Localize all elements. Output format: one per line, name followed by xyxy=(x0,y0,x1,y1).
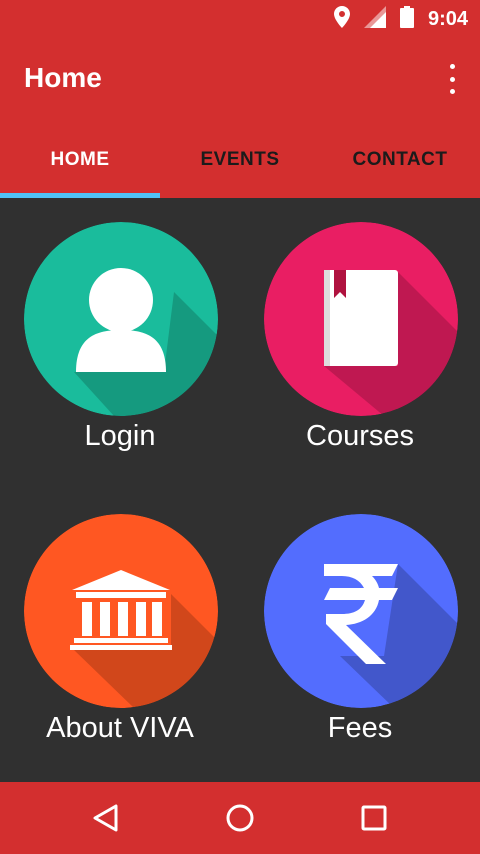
more-vert-icon[interactable] xyxy=(442,64,462,94)
home-grid: Login Courses About VIVA Fees xyxy=(0,198,480,782)
status-time: 9:04 xyxy=(427,7,468,30)
login-circle xyxy=(24,222,218,416)
tab-contact[interactable]: CONTACT xyxy=(320,122,480,198)
tab-home[interactable]: HOME xyxy=(0,122,160,198)
tab-label: HOME xyxy=(50,149,110,170)
about-viva-circle xyxy=(24,514,218,708)
app-toolbar: Home xyxy=(0,38,480,122)
tab-label: EVENTS xyxy=(200,149,280,170)
fees-circle xyxy=(264,514,458,708)
status-bar: 9:04 xyxy=(0,0,480,38)
fees-label: Fees xyxy=(327,712,393,744)
battery-icon xyxy=(399,6,414,32)
about-viva-tile[interactable]: About VIVA xyxy=(0,490,240,782)
tab-bar: HOME EVENTS CONTACT xyxy=(0,122,480,198)
rupee-icon xyxy=(264,514,458,708)
login-label: Login xyxy=(84,420,156,452)
book-icon xyxy=(264,222,458,416)
location-icon xyxy=(333,6,350,32)
navigation-bar xyxy=(0,782,480,854)
signal-icon xyxy=(363,6,386,32)
status-icons: 9:04 xyxy=(333,0,468,38)
user-icon xyxy=(24,222,218,416)
page-title: Home xyxy=(24,62,102,93)
fees-tile[interactable]: Fees xyxy=(240,490,480,782)
about-viva-label: About VIVA xyxy=(46,712,194,744)
recents-icon[interactable] xyxy=(354,798,394,838)
institution-icon xyxy=(24,514,218,708)
login-tile[interactable]: Login xyxy=(0,198,240,490)
tab-events[interactable]: EVENTS xyxy=(160,122,320,198)
courses-circle xyxy=(264,222,458,416)
back-icon[interactable] xyxy=(86,798,126,838)
courses-tile[interactable]: Courses xyxy=(240,198,480,490)
tab-label: CONTACT xyxy=(352,149,448,170)
courses-label: Courses xyxy=(306,420,414,452)
home-icon[interactable] xyxy=(220,798,260,838)
